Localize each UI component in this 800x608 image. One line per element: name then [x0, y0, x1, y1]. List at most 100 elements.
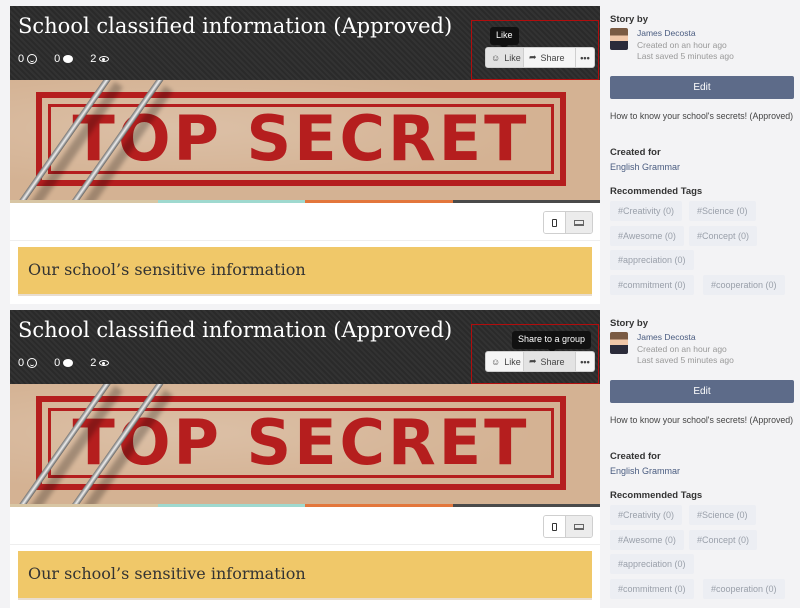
mobile-view-button[interactable]: [544, 212, 566, 233]
tag-chip[interactable]: #cooperation (0): [703, 275, 785, 295]
story-header: School classified information (Approved)…: [10, 6, 600, 80]
share-button[interactable]: ➦ Share: [524, 352, 576, 371]
avatar: [610, 28, 628, 50]
recommended-tags-label: Recommended Tags: [610, 186, 703, 197]
story-actions: ☺ Like ➦ Share •••: [485, 351, 595, 372]
views-count-value: 2: [90, 53, 97, 65]
story-description: How to know your school's secrets! (Appr…: [610, 415, 794, 425]
comment-bubble-icon: [63, 55, 74, 63]
tag-chip[interactable]: #Awesome (0): [610, 530, 684, 550]
story-actions: ☺ Like ➦ Share •••: [485, 47, 595, 68]
story-sidebar: Story by James Decosta Created on an hou…: [610, 304, 794, 608]
story-description: How to know your school's secrets! (Appr…: [610, 111, 794, 121]
tag-chip[interactable]: #appreciation (0): [610, 250, 694, 270]
created-time: Created on an hour ago: [637, 343, 727, 354]
created-for-link[interactable]: English Grammar: [610, 466, 680, 476]
tag-chip[interactable]: #Science (0): [689, 505, 756, 525]
eye-icon: [99, 56, 110, 62]
story-header: School classified information (Approved)…: [10, 310, 600, 384]
eye-icon: [99, 360, 110, 366]
tag-chip[interactable]: #Concept (0): [689, 226, 758, 246]
reactions-count: 0: [18, 357, 38, 369]
tag-chip[interactable]: #commitment (0): [610, 579, 694, 599]
desktop-view-button[interactable]: [566, 516, 592, 537]
comments-count: 0: [54, 53, 74, 65]
smile-icon: ☺: [491, 356, 501, 367]
share-arrow-icon: ➦: [529, 356, 537, 366]
tag-chip[interactable]: #Science (0): [689, 201, 756, 221]
story-stats: 0 0 2: [18, 357, 126, 369]
reactions-count-value: 0: [18, 357, 25, 369]
share-arrow-icon: ➦: [529, 52, 537, 62]
smile-icon: [27, 54, 38, 64]
cover-image: TOP SECRET: [10, 384, 600, 504]
tag-chip[interactable]: #appreciation (0): [610, 554, 694, 574]
story-preview: School classified information (Approved)…: [10, 310, 600, 608]
story-panel: School classified information (Approved)…: [0, 304, 800, 608]
more-options-label: •••: [580, 356, 590, 367]
cover-image: TOP SECRET: [10, 80, 600, 200]
views-count: 2: [90, 53, 110, 65]
like-button[interactable]: ☺ Like: [486, 352, 524, 371]
created-for-label: Created for: [610, 147, 661, 158]
device-toolbar: [10, 203, 600, 241]
comment-bubble-icon: [63, 359, 74, 367]
section-block[interactable]: Our school’s sensitive information: [18, 247, 592, 296]
story-panel: School classified information (Approved)…: [0, 0, 800, 304]
recommended-tags-label: Recommended Tags: [610, 490, 703, 501]
more-options-button[interactable]: •••: [576, 48, 594, 67]
edit-button[interactable]: Edit: [610, 76, 794, 99]
edit-button[interactable]: Edit: [610, 380, 794, 403]
section-title: Our school’s sensitive information: [28, 564, 306, 583]
story-stats: 0 0 2: [18, 53, 126, 65]
laptop-icon: [574, 219, 584, 226]
like-label: Like: [504, 356, 521, 367]
views-count-value: 2: [90, 357, 97, 369]
saved-time: Last saved 5 minutes ago: [637, 355, 734, 365]
comments-count-value: 0: [54, 357, 61, 369]
created-for-link[interactable]: English Grammar: [610, 162, 680, 172]
share-label: Share: [540, 356, 565, 367]
phone-icon: [552, 218, 557, 227]
saved-time: Last saved 5 minutes ago: [637, 51, 734, 61]
reactions-count: 0: [18, 53, 38, 65]
author-name[interactable]: James Decosta: [637, 28, 734, 40]
device-toggle: [543, 211, 593, 234]
story-by-label: Story by: [610, 318, 649, 329]
share-button[interactable]: ➦ Share: [524, 48, 576, 67]
device-toggle: [543, 515, 593, 538]
author-block: James Decosta Created on an hour ago Las…: [610, 332, 734, 367]
more-options-button[interactable]: •••: [576, 352, 594, 371]
tag-chip[interactable]: #cooperation (0): [703, 579, 785, 599]
author-name[interactable]: James Decosta: [637, 332, 734, 344]
phone-icon: [552, 522, 557, 531]
created-time: Created on an hour ago: [637, 39, 727, 50]
comments-count: 0: [54, 357, 74, 369]
section-block[interactable]: Our school’s sensitive information: [18, 551, 592, 600]
tag-chip[interactable]: #Awesome (0): [610, 226, 684, 246]
views-count: 2: [90, 357, 110, 369]
avatar: [610, 332, 628, 354]
story-sidebar: Story by James Decosta Created on an hou…: [610, 0, 794, 304]
like-button[interactable]: ☺ Like: [486, 48, 524, 67]
smile-icon: ☺: [491, 52, 501, 63]
tag-chip[interactable]: #commitment (0): [610, 275, 694, 295]
mobile-view-button[interactable]: [544, 516, 566, 537]
reactions-count-value: 0: [18, 53, 25, 65]
laptop-icon: [574, 523, 584, 530]
tag-chip[interactable]: #Creativity (0): [610, 201, 683, 221]
comments-count-value: 0: [54, 53, 61, 65]
like-label: Like: [504, 52, 521, 63]
action-tooltip: Share to a group: [512, 331, 592, 353]
action-tooltip: Like: [490, 27, 519, 49]
story-by-label: Story by: [610, 14, 649, 25]
smile-icon: [27, 358, 38, 368]
more-options-label: •••: [580, 52, 590, 63]
share-label: Share: [540, 52, 565, 63]
device-toolbar: [10, 507, 600, 545]
desktop-view-button[interactable]: [566, 212, 592, 233]
tag-chip[interactable]: #Concept (0): [689, 530, 758, 550]
section-title: Our school’s sensitive information: [28, 260, 306, 279]
tag-chip[interactable]: #Creativity (0): [610, 505, 683, 525]
created-for-label: Created for: [610, 451, 661, 462]
